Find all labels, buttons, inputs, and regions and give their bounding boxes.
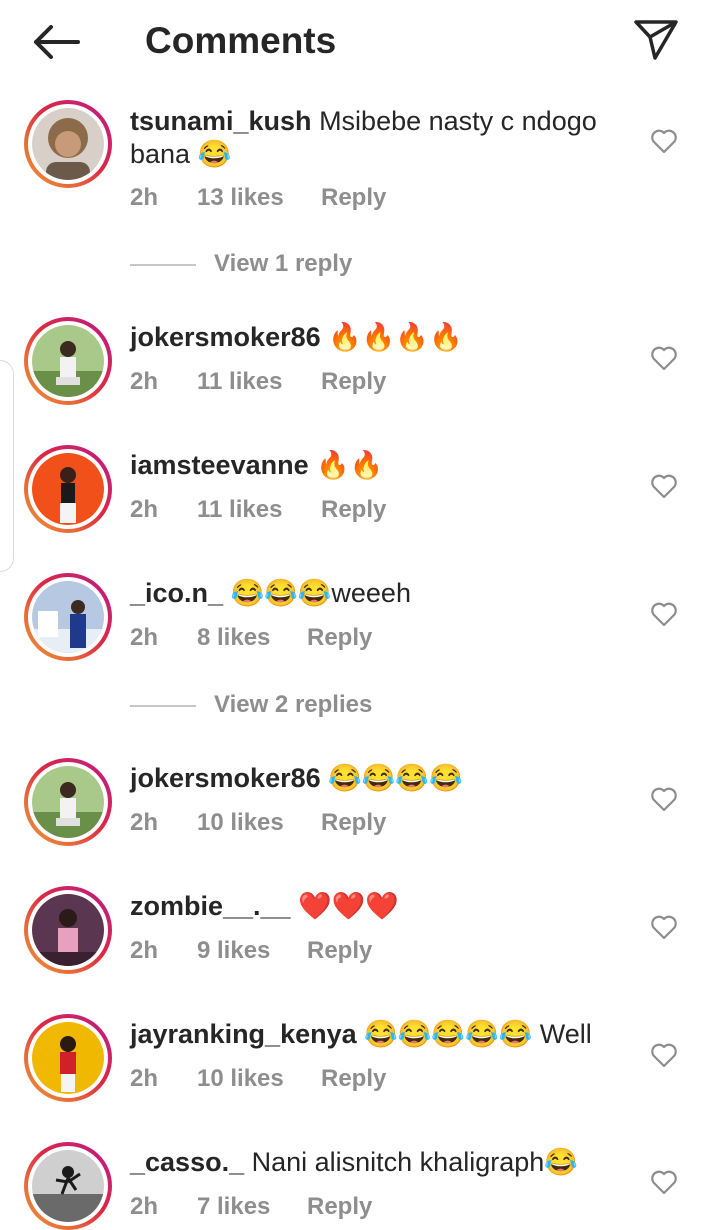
comment-body: Nani alisnitch khaligraph😂 [244, 1147, 578, 1177]
page-title: Comments [145, 20, 337, 61]
comment-time: 2h [130, 184, 159, 211]
heart-icon[interactable] [650, 128, 678, 154]
avatar[interactable] [24, 317, 112, 405]
avatar[interactable] [24, 573, 112, 661]
comment-username[interactable]: zombie__.__ [130, 891, 291, 921]
comment-time: 2h [130, 937, 159, 964]
divider [130, 264, 196, 266]
heart-icon[interactable] [650, 473, 678, 499]
heart-icon[interactable] [650, 786, 678, 812]
comment-likes[interactable]: 10 likes [197, 1065, 284, 1093]
reply-button[interactable]: Reply [321, 496, 386, 524]
comment-text: _ico.n_ 😂😂😂weeeh [130, 577, 600, 610]
reply-button[interactable]: Reply [321, 368, 386, 396]
reply-button[interactable]: Reply [307, 624, 372, 652]
avatar[interactable] [24, 1014, 112, 1102]
reply-button[interactable]: Reply [307, 1193, 372, 1221]
comment-time: 2h [130, 809, 159, 836]
comment-likes[interactable]: 8 likes [197, 624, 270, 652]
share-button[interactable] [628, 14, 684, 66]
comment-text: jokersmoker86 🔥🔥🔥🔥 [130, 321, 600, 354]
comment-username[interactable]: jokersmoker86 [130, 763, 321, 793]
comment-time: 2h [130, 1193, 159, 1220]
heart-icon[interactable] [650, 1169, 678, 1195]
comment-username[interactable]: jayranking_kenya [130, 1019, 357, 1049]
comment-time: 2h [130, 624, 159, 651]
comment-likes[interactable]: 10 likes [197, 809, 284, 837]
comment-text: zombie__.__ ❤️❤️❤️ [130, 890, 600, 923]
avatar[interactable] [24, 445, 112, 533]
comment-likes[interactable]: 7 likes [197, 1193, 270, 1221]
avatar[interactable] [24, 1142, 112, 1230]
comment-text: jayranking_kenya 😂😂😂😂😂 Well [130, 1018, 600, 1051]
view-replies-label: View 2 replies [214, 691, 373, 718]
comment-body: 🔥🔥 [308, 450, 384, 480]
comment-username[interactable]: tsunami_kush [130, 106, 312, 136]
comment-text: iamsteevanne 🔥🔥 [130, 449, 600, 482]
comment-username[interactable]: _ico.n_ [130, 578, 223, 608]
comment-text: jokersmoker86 😂😂😂😂 [130, 762, 600, 795]
comment-body: 😂😂😂😂😂 Well [356, 1019, 592, 1049]
reply-button[interactable]: Reply [307, 937, 372, 965]
comment-time: 2h [130, 1065, 159, 1092]
heart-icon[interactable] [650, 345, 678, 371]
reply-button[interactable]: Reply [321, 1065, 386, 1093]
comment-body: ❤️❤️❤️ [290, 891, 399, 921]
comment-likes[interactable]: 9 likes [197, 937, 270, 965]
avatar[interactable] [24, 758, 112, 846]
heart-icon[interactable] [650, 914, 678, 940]
comment-likes[interactable]: 11 likes [197, 368, 282, 396]
heart-icon[interactable] [650, 1042, 678, 1068]
back-button[interactable] [26, 18, 86, 66]
comment-likes[interactable]: 13 likes [197, 184, 284, 212]
divider [130, 705, 196, 707]
arrow-left-icon [34, 25, 80, 59]
comment-username[interactable]: iamsteevanne [130, 450, 309, 480]
comment-likes[interactable]: 11 likes [197, 496, 282, 524]
comment-text: _casso._ Nani alisnitch khaligraph😂 [130, 1146, 600, 1179]
avatar[interactable] [24, 886, 112, 974]
reply-button[interactable]: Reply [321, 184, 386, 212]
comment-username[interactable]: _casso._ [130, 1147, 244, 1177]
header-bar: Comments [0, 0, 720, 84]
comment-time: 2h [130, 496, 159, 523]
comment-time: 2h [130, 368, 159, 395]
comment-username[interactable]: jokersmoker86 [130, 322, 321, 352]
comment-body: 😂😂😂weeeh [223, 578, 411, 608]
comment-body: 🔥🔥🔥🔥 [320, 322, 463, 352]
avatar[interactable] [24, 100, 112, 188]
view-replies-label: View 1 reply [214, 250, 353, 277]
paper-plane-icon [634, 20, 678, 60]
side-panel-edge [0, 360, 14, 572]
comment-body: 😂😂😂😂 [320, 763, 463, 793]
comment-text: tsunami_kush Msibebe nasty c ndogo bana … [130, 105, 600, 171]
reply-button[interactable]: Reply [321, 809, 386, 837]
heart-icon[interactable] [650, 601, 678, 627]
